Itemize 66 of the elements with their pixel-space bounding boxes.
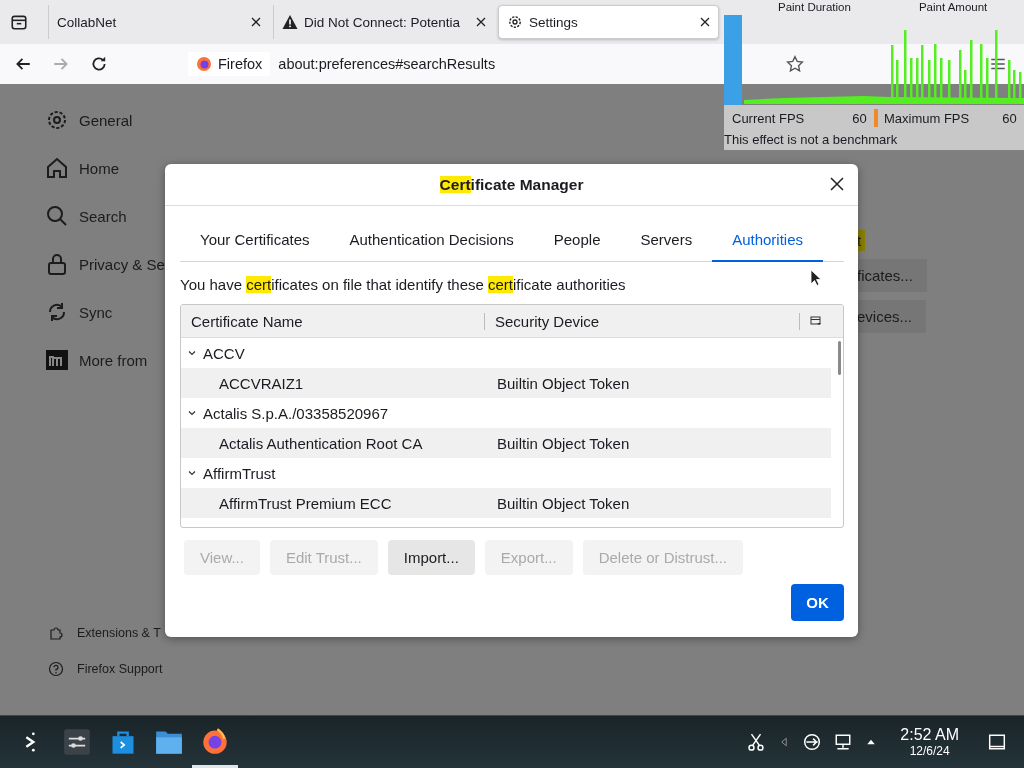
sidebar-link[interactable]: Extensions & T (48, 625, 245, 641)
column-header[interactable]: Security Device (485, 312, 800, 330)
warning-icon (282, 14, 298, 30)
tree-row[interactable]: AffirmTrust (181, 458, 831, 488)
address-field[interactable]: about:preferences#searchResults (278, 56, 496, 72)
fps-label: Current FPS (732, 110, 806, 126)
help-icon (48, 661, 64, 677)
chevron-icon[interactable] (187, 408, 197, 418)
description-text: You have certificates on file that identify these certificate authorities (180, 276, 627, 293)
close-icon[interactable] (251, 17, 261, 27)
table-cell-text: AffirmTrust Premium ECC (218, 494, 393, 512)
dialog-button[interactable]: Import... (387, 540, 475, 575)
browser-tab[interactable]: Did Not Connect: Potentia (273, 5, 494, 39)
column-picker-icon[interactable] (810, 315, 822, 327)
puzzle-icon (48, 625, 64, 641)
firefox-logo-icon (196, 56, 212, 72)
dialog-tab[interactable]: Authentication Decisions (329, 220, 534, 262)
cursor-icon (810, 269, 822, 287)
gear-icon (45, 108, 69, 132)
fps-label: Maximum FPS (883, 110, 971, 126)
column-header[interactable]: Certificate Name (181, 312, 485, 330)
browser-tab[interactable]: CollabNet (48, 5, 269, 39)
table-cell: Builtin Object Token (497, 374, 630, 392)
graph-label: Paint Duration (778, 1, 851, 13)
table-cell-text: ACCVRAIZ1 (218, 374, 305, 392)
table-cell: Builtin Object Token (497, 434, 630, 452)
lock-icon (45, 252, 69, 276)
home-icon (45, 156, 69, 180)
tab-list-icon[interactable] (10, 13, 28, 31)
fps-value: 60 (1002, 110, 1018, 126)
reload-icon[interactable] (90, 55, 108, 73)
browser-tab[interactable]: Settings (498, 5, 719, 39)
firefox-icon[interactable] (201, 726, 229, 755)
chevron-icon[interactable] (187, 468, 197, 478)
sliders-icon[interactable] (63, 728, 91, 756)
star-icon[interactable] (786, 55, 804, 73)
close-icon[interactable] (700, 17, 710, 27)
ok-button[interactable]: OK (791, 584, 844, 621)
sidebar-item[interactable]: Home (45, 144, 245, 192)
clock[interactable]: 2:52 AM 12/6/24 (900, 726, 959, 758)
tree-row[interactable]: ACCV (181, 338, 831, 368)
chevron-icon[interactable] (187, 348, 197, 358)
close-icon[interactable] (830, 177, 844, 191)
table-cell: Builtin Object Token (497, 494, 630, 512)
show-desktop-icon[interactable] (988, 733, 1006, 751)
benchmark-note: This effect is not a benchmark (724, 132, 899, 147)
identity-box[interactable]: Firefox (188, 52, 271, 76)
fps-marker-icon (874, 109, 878, 127)
dialog-tab[interactable]: Servers (620, 220, 713, 262)
graph-label: Paint Amount (918, 1, 988, 13)
sidebar-item[interactable]: General (45, 96, 245, 144)
network-icon[interactable] (803, 733, 822, 751)
m-logo-icon (45, 348, 69, 372)
search-icon (45, 204, 69, 228)
dialog-tab[interactable]: Your Certificates (180, 220, 330, 262)
tree-row[interactable]: Actalis S.p.A./03358520967 (181, 398, 831, 428)
dialog-tab[interactable]: People (533, 220, 621, 262)
close-icon[interactable] (476, 17, 486, 27)
monitor-icon[interactable] (834, 733, 853, 751)
sidebar-link[interactable]: Firefox Support (48, 661, 245, 677)
scissors-icon[interactable] (747, 733, 766, 751)
dialog-tab[interactable]: Authorities (712, 220, 824, 262)
fps-value: 60 (852, 110, 868, 126)
table-cell-text: Actalis Authentication Root CA (218, 434, 424, 452)
scrollbar-thumb[interactable] (838, 341, 841, 375)
gear-icon (507, 14, 523, 30)
